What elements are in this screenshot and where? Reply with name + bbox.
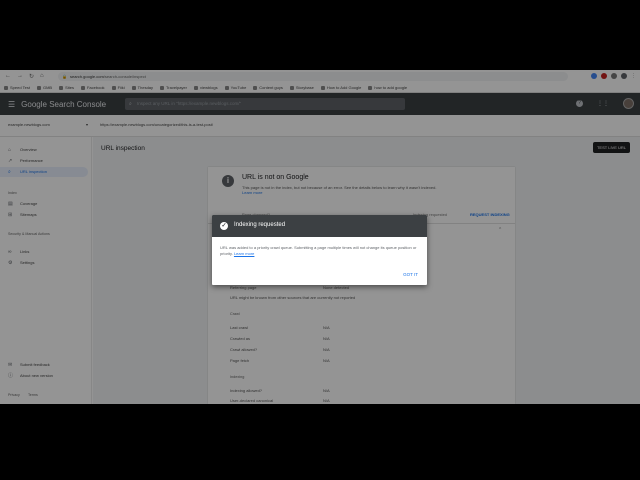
dialog-learn-more-link[interactable]: Learn more (234, 251, 254, 256)
check-circle-icon: ✓ (220, 222, 228, 230)
dialog-header: ✓ Indexing requested (212, 215, 427, 237)
screen: ← → ↻ ⌂ 🔒 search.google.com/search-conso… (0, 70, 640, 404)
dialog-title: Indexing requested (234, 222, 286, 228)
dialog-body: URL was added to a priority crawl queue.… (220, 245, 425, 256)
indexing-requested-dialog: ✓ Indexing requested URL was added to a … (212, 215, 427, 285)
got-it-button[interactable]: GOT IT (400, 270, 421, 279)
